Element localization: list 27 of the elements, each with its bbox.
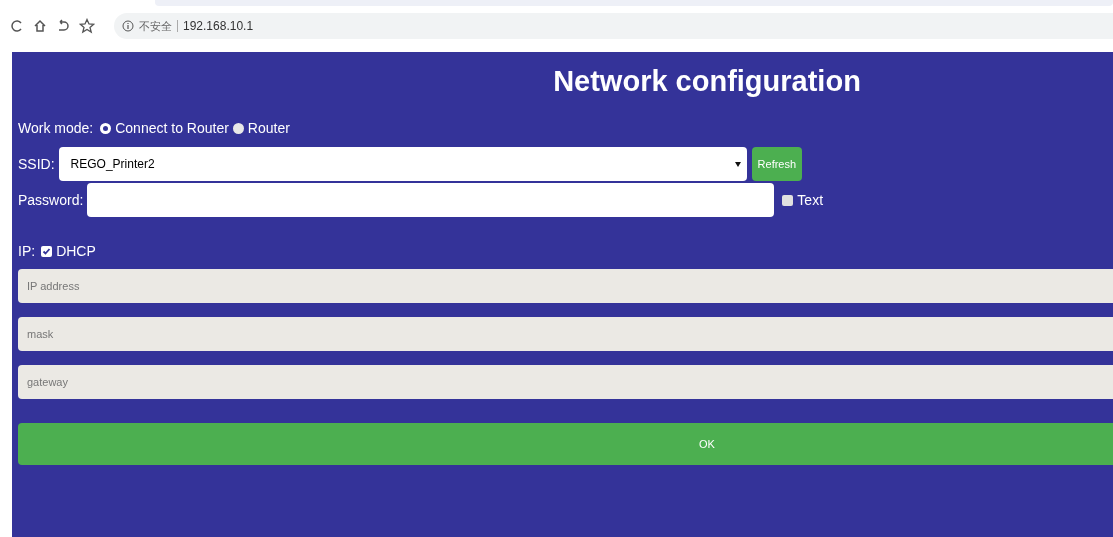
ip-input-field[interactable]: mask [18,317,1113,351]
ip-label: IP: [18,242,36,261]
radio-button[interactable] [100,122,112,134]
page-title: Network configuration [552,64,862,99]
undo-icon[interactable] [56,19,70,33]
star-icon[interactable] [79,18,95,34]
radio-label[interactable]: Router [247,117,290,139]
checkbox[interactable] [41,246,53,257]
password-field[interactable] [87,183,775,217]
show-text-label[interactable]: Text [797,189,824,211]
url-text: 192.168.10.1 [183,18,254,35]
checkbox[interactable] [782,194,794,206]
dhcp-label[interactable]: DHCP [56,241,96,262]
address-bar[interactable]: 不安全 192.168.10.1 [114,13,1113,39]
ip-input-field[interactable]: gateway [18,365,1113,399]
dropdown-caret-icon [734,161,741,167]
ssid-label: SSID: [18,154,55,174]
ssid-dropdown[interactable]: REGO_Printer2 [58,147,747,181]
info-icon [122,20,134,32]
ip-input-field[interactable]: IP address [18,269,1113,303]
home-icon[interactable] [33,19,47,33]
password-label: Password: [18,190,84,210]
security-label: 不安全 [139,18,172,34]
radio-label[interactable]: Connect to Router [115,117,229,139]
reload-icon[interactable] [10,19,24,33]
work-mode-label: Work mode: [18,118,94,138]
radio-button[interactable] [232,122,244,134]
